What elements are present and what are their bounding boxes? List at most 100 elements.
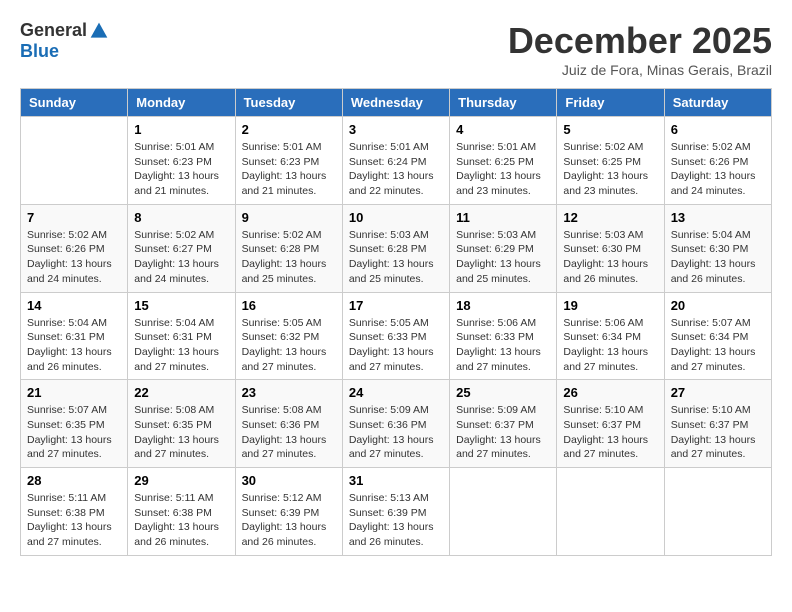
day-info: Sunrise: 5:02 AM Sunset: 6:27 PM Dayligh… — [134, 228, 228, 287]
calendar-cell: 14Sunrise: 5:04 AM Sunset: 6:31 PM Dayli… — [21, 292, 128, 380]
logo: General Blue — [20, 20, 109, 62]
day-number: 12 — [563, 210, 657, 225]
day-info: Sunrise: 5:01 AM Sunset: 6:24 PM Dayligh… — [349, 140, 443, 199]
calendar-cell: 27 Sunrise: 5:10 AM Sunset: 6:37 PM Dayli… — [664, 380, 771, 468]
calendar-cell: 2 Sunrise: 5:01 AM Sunset: 6:23 PM Daylig… — [235, 117, 342, 205]
day-number: 10 — [349, 210, 443, 225]
day-info: Sunrise: 5:07 AM Sunset: 6:35 PM Dayligh… — [27, 403, 121, 462]
calendar-week-row: 14Sunrise: 5:04 AM Sunset: 6:31 PM Dayli… — [21, 292, 772, 380]
day-number: 23 — [242, 385, 336, 400]
day-number: 7 — [27, 210, 121, 225]
day-number: 18 — [456, 298, 550, 313]
location-subtitle: Juiz de Fora, Minas Gerais, Brazil — [508, 62, 772, 78]
calendar-cell: 18Sunrise: 5:06 AM Sunset: 6:33 PM Dayli… — [450, 292, 557, 380]
month-title: December 2025 — [508, 20, 772, 62]
weekday-header: Monday — [128, 89, 235, 117]
weekday-header: Thursday — [450, 89, 557, 117]
calendar-cell: 22 Sunrise: 5:08 AM Sunset: 6:35 PM Dayli… — [128, 380, 235, 468]
calendar-cell: 16 Sunrise: 5:05 AM Sunset: 6:32 PM Dayli… — [235, 292, 342, 380]
day-number: 25 — [456, 385, 550, 400]
calendar-cell: 13 Sunrise: 5:04 AM Sunset: 6:30 PM Dayli… — [664, 204, 771, 292]
calendar-cell: 29 Sunrise: 5:11 AM Sunset: 6:38 PM Dayli… — [128, 468, 235, 556]
day-number: 19 — [563, 298, 657, 313]
day-info: Sunrise: 5:08 AM Sunset: 6:35 PM Dayligh… — [134, 403, 228, 462]
day-info: Sunrise: 5:03 AM Sunset: 6:29 PM Dayligh… — [456, 228, 550, 287]
day-number: 15 — [134, 298, 228, 313]
day-info: Sunrise: 5:03 AM Sunset: 6:28 PM Dayligh… — [349, 228, 443, 287]
day-number: 11 — [456, 210, 550, 225]
day-number: 26 — [563, 385, 657, 400]
day-info: Sunrise: 5:12 AM Sunset: 6:39 PM Dayligh… — [242, 491, 336, 550]
day-number: 2 — [242, 122, 336, 137]
calendar-cell — [450, 468, 557, 556]
day-number: 30 — [242, 473, 336, 488]
calendar-header-row: SundayMondayTuesdayWednesdayThursdayFrid… — [21, 89, 772, 117]
calendar-week-row: 28 Sunrise: 5:11 AM Sunset: 6:38 PM Dayli… — [21, 468, 772, 556]
weekday-header: Wednesday — [342, 89, 449, 117]
day-info: Sunrise: 5:07 AM Sunset: 6:34 PM Dayligh… — [671, 316, 765, 375]
calendar-cell: 26Sunrise: 5:10 AM Sunset: 6:37 PM Dayli… — [557, 380, 664, 468]
day-number: 22 — [134, 385, 228, 400]
day-info: Sunrise: 5:02 AM Sunset: 6:26 PM Dayligh… — [27, 228, 121, 287]
day-number: 24 — [349, 385, 443, 400]
calendar-cell: 28 Sunrise: 5:11 AM Sunset: 6:38 PM Dayli… — [21, 468, 128, 556]
calendar-cell: 5 Sunrise: 5:02 AM Sunset: 6:25 PM Daylig… — [557, 117, 664, 205]
day-number: 17 — [349, 298, 443, 313]
calendar-cell — [664, 468, 771, 556]
calendar-table: SundayMondayTuesdayWednesdayThursdayFrid… — [20, 88, 772, 556]
day-info: Sunrise: 5:02 AM Sunset: 6:25 PM Dayligh… — [563, 140, 657, 199]
calendar-cell: 1Sunrise: 5:01 AM Sunset: 6:23 PM Daylig… — [128, 117, 235, 205]
day-info: Sunrise: 5:04 AM Sunset: 6:30 PM Dayligh… — [671, 228, 765, 287]
logo-blue-text: Blue — [20, 41, 59, 62]
day-info: Sunrise: 5:11 AM Sunset: 6:38 PM Dayligh… — [134, 491, 228, 550]
calendar-week-row: 21 Sunrise: 5:07 AM Sunset: 6:35 PM Dayli… — [21, 380, 772, 468]
calendar-cell: 15Sunrise: 5:04 AM Sunset: 6:31 PM Dayli… — [128, 292, 235, 380]
day-number: 14 — [27, 298, 121, 313]
day-number: 27 — [671, 385, 765, 400]
day-info: Sunrise: 5:09 AM Sunset: 6:37 PM Dayligh… — [456, 403, 550, 462]
day-number: 4 — [456, 122, 550, 137]
page-header: General Blue December 2025 Juiz de Fora,… — [20, 20, 772, 78]
calendar-cell: 10 Sunrise: 5:03 AM Sunset: 6:28 PM Dayli… — [342, 204, 449, 292]
calendar-cell: 30 Sunrise: 5:12 AM Sunset: 6:39 PM Dayli… — [235, 468, 342, 556]
calendar-cell — [21, 117, 128, 205]
calendar-cell: 12 Sunrise: 5:03 AM Sunset: 6:30 PM Dayli… — [557, 204, 664, 292]
day-info: Sunrise: 5:13 AM Sunset: 6:39 PM Dayligh… — [349, 491, 443, 550]
calendar-week-row: 7 Sunrise: 5:02 AM Sunset: 6:26 PM Daylig… — [21, 204, 772, 292]
day-info: Sunrise: 5:02 AM Sunset: 6:28 PM Dayligh… — [242, 228, 336, 287]
calendar-cell: 31 Sunrise: 5:13 AM Sunset: 6:39 PM Dayli… — [342, 468, 449, 556]
day-info: Sunrise: 5:10 AM Sunset: 6:37 PM Dayligh… — [671, 403, 765, 462]
day-number: 8 — [134, 210, 228, 225]
day-info: Sunrise: 5:05 AM Sunset: 6:33 PM Dayligh… — [349, 316, 443, 375]
day-number: 28 — [27, 473, 121, 488]
day-number: 20 — [671, 298, 765, 313]
day-info: Sunrise: 5:01 AM Sunset: 6:25 PM Dayligh… — [456, 140, 550, 199]
logo-general-text: General — [20, 20, 87, 41]
day-number: 5 — [563, 122, 657, 137]
day-info: Sunrise: 5:06 AM Sunset: 6:34 PM Dayligh… — [563, 316, 657, 375]
day-info: Sunrise: 5:03 AM Sunset: 6:30 PM Dayligh… — [563, 228, 657, 287]
weekday-header: Sunday — [21, 89, 128, 117]
calendar-cell: 6Sunrise: 5:02 AM Sunset: 6:26 PM Daylig… — [664, 117, 771, 205]
calendar-cell: 24 Sunrise: 5:09 AM Sunset: 6:36 PM Dayli… — [342, 380, 449, 468]
day-number: 31 — [349, 473, 443, 488]
calendar-cell: 23 Sunrise: 5:08 AM Sunset: 6:36 PM Dayli… — [235, 380, 342, 468]
day-info: Sunrise: 5:01 AM Sunset: 6:23 PM Dayligh… — [134, 140, 228, 199]
day-number: 29 — [134, 473, 228, 488]
weekday-header: Saturday — [664, 89, 771, 117]
calendar-cell: 11 Sunrise: 5:03 AM Sunset: 6:29 PM Dayli… — [450, 204, 557, 292]
day-info: Sunrise: 5:01 AM Sunset: 6:23 PM Dayligh… — [242, 140, 336, 199]
calendar-cell: 25 Sunrise: 5:09 AM Sunset: 6:37 PM Dayli… — [450, 380, 557, 468]
day-number: 21 — [27, 385, 121, 400]
day-number: 13 — [671, 210, 765, 225]
title-section: December 2025 Juiz de Fora, Minas Gerais… — [508, 20, 772, 78]
day-info: Sunrise: 5:11 AM Sunset: 6:38 PM Dayligh… — [27, 491, 121, 550]
weekday-header: Friday — [557, 89, 664, 117]
day-info: Sunrise: 5:05 AM Sunset: 6:32 PM Dayligh… — [242, 316, 336, 375]
day-info: Sunrise: 5:09 AM Sunset: 6:36 PM Dayligh… — [349, 403, 443, 462]
weekday-header: Tuesday — [235, 89, 342, 117]
calendar-cell: 19 Sunrise: 5:06 AM Sunset: 6:34 PM Dayli… — [557, 292, 664, 380]
day-number: 9 — [242, 210, 336, 225]
day-info: Sunrise: 5:08 AM Sunset: 6:36 PM Dayligh… — [242, 403, 336, 462]
day-number: 16 — [242, 298, 336, 313]
